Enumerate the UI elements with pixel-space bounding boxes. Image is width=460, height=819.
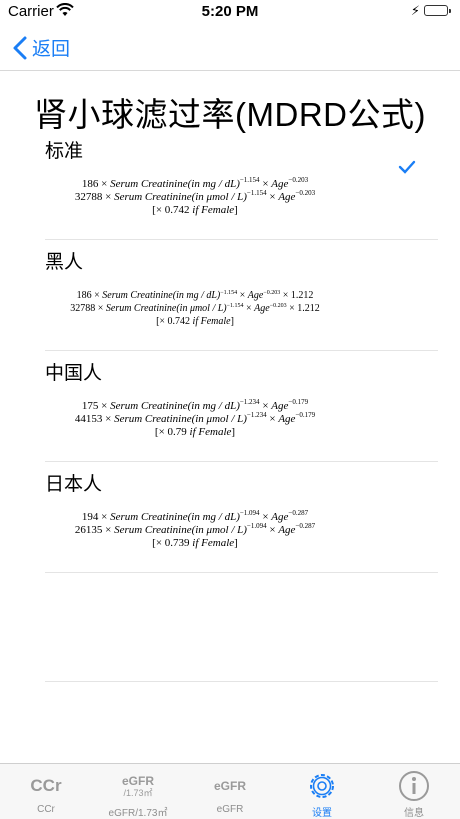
- formula-text: 186 × Serum Creatinine(in mg / dL)−1.154…: [70, 290, 320, 327]
- tab-label: 信息: [404, 808, 424, 819]
- back-label: 返回: [32, 39, 71, 60]
- tab-label: eGFR/1.73㎡: [108, 808, 168, 819]
- formula-heading: 黑人: [45, 252, 84, 273]
- tab-label: CCr: [37, 804, 55, 815]
- navigation-bar: 返回: [0, 24, 460, 71]
- status-bar: Carrier 5:20 PM ⚡: [0, 0, 460, 24]
- formula-heading: 标准: [45, 141, 84, 162]
- formula-text: 175 × Serum Creatinine(in mg / dL)−1.234…: [74, 398, 316, 439]
- tab-egfr-1-73-[interactable]: eGFR/1.73㎡ eGFR/1.73㎡: [92, 764, 184, 819]
- formula-text: 186 × Serum Creatinine(in mg / dL)−1.154…: [74, 176, 316, 217]
- charging-icon: ⚡: [410, 3, 420, 18]
- formula-heading: 中国人: [45, 363, 103, 384]
- formula-row[interactable]: 标准 186 × Serum Creatinine(in mg / dL)−1.1…: [45, 128, 438, 240]
- info-icon: [368, 769, 460, 803]
- clock: 5:20 PM: [201, 3, 259, 20]
- tab-label: 设置: [312, 808, 332, 819]
- tab-bar: CCr CCr eGFR/1.73㎡ eGFR/1.73㎡ eGFR eGFR 设置 信息: [0, 763, 460, 819]
- battery-icon: [424, 5, 451, 16]
- tab-icon-text: eGFR/1.73㎡: [121, 773, 154, 798]
- formula-row[interactable]: 日本人 194 × Serum Creatinine(in mg / dL)−1.…: [45, 461, 438, 573]
- divider: [45, 681, 438, 682]
- back-button[interactable]: 返回: [10, 34, 70, 61]
- tab-egfr[interactable]: eGFR eGFR: [184, 764, 276, 819]
- tab-gear-icon[interactable]: 设置: [276, 764, 368, 819]
- formula-row[interactable]: 黑人 186 × Serum Creatinine(in mg / dL)−1.1…: [45, 239, 438, 351]
- tab-ccr[interactable]: CCr CCr: [0, 764, 92, 819]
- tab-info-icon[interactable]: 信息: [368, 764, 460, 819]
- chevron-left-icon: [13, 36, 27, 59]
- gear-icon: [276, 769, 368, 803]
- tab-label: eGFR: [216, 804, 244, 815]
- checkmark-icon: [398, 160, 416, 174]
- formula-text: 194 × Serum Creatinine(in mg / dL)−1.094…: [74, 509, 316, 550]
- formula-row[interactable]: 中国人 175 × Serum Creatinine(in mg / dL)−1.…: [45, 350, 438, 462]
- formula-heading: 日本人: [45, 474, 103, 495]
- tab-icon-text: CCr: [30, 776, 62, 795]
- tab-icon-text: eGFR: [213, 778, 246, 793]
